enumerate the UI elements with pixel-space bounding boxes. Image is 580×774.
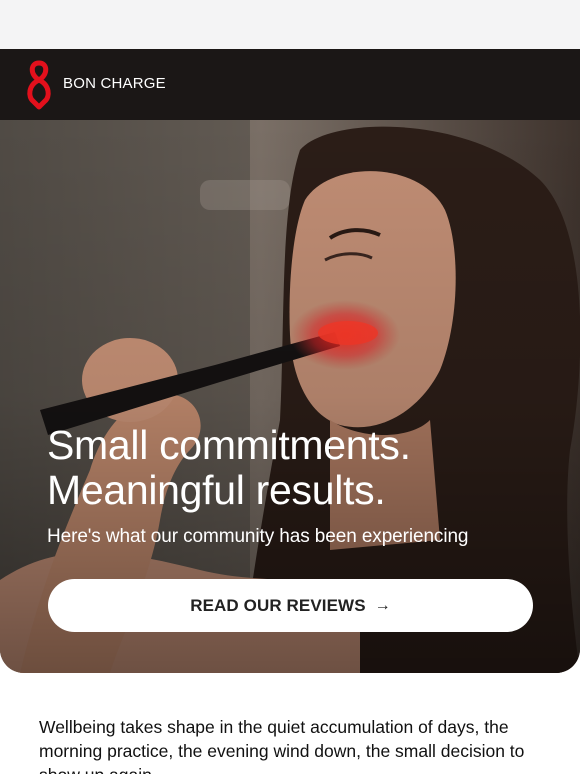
page: BON CHARGE Small commitments. Meaningful… xyxy=(0,0,580,774)
read-reviews-button[interactable]: READ OUR REVIEWS → xyxy=(48,579,533,632)
hero-headline-line-2: Meaningful results. xyxy=(47,467,386,513)
hero-headline: Small commitments. Meaningful results. xyxy=(47,423,411,513)
hero-subline: Here's what our community has been exper… xyxy=(47,526,469,547)
read-reviews-label: READ OUR REVIEWS xyxy=(190,595,366,615)
email-body: BON CHARGE Small commitments. Meaningful… xyxy=(0,49,580,774)
body-paragraph: Wellbeing takes shape in the quiet accum… xyxy=(39,717,525,774)
brand-name: BON CHARGE xyxy=(63,75,166,92)
brand-header: BON CHARGE xyxy=(0,49,580,120)
bon-charge-logo-icon[interactable] xyxy=(24,58,54,112)
hero-headline-line-1: Small commitments. xyxy=(47,422,411,468)
hero-banner[interactable]: Small commitments. Meaningful results. H… xyxy=(0,120,580,673)
arrow-right-icon: → xyxy=(374,596,391,614)
